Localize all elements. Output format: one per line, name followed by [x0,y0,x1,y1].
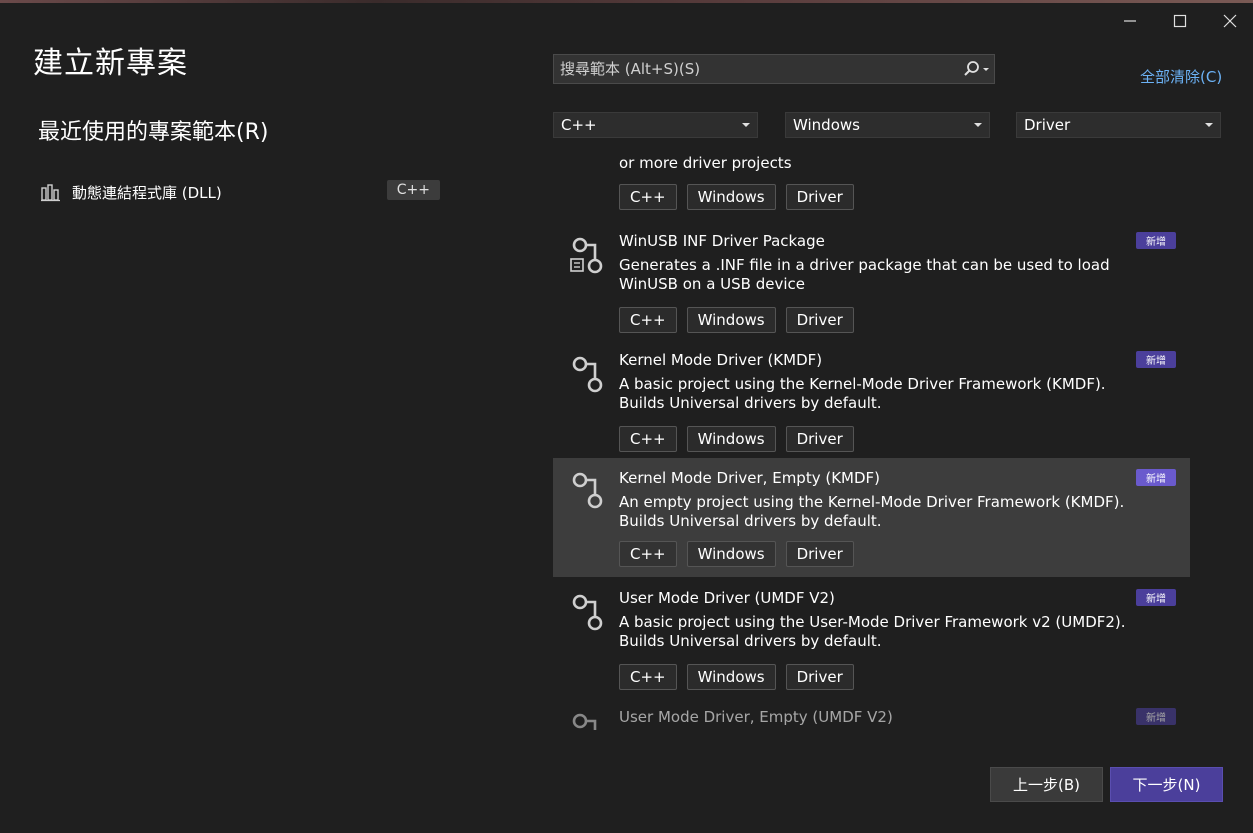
template-desc: A basic project using the User-Mode Driv… [619,613,1126,650]
tag-type: Driver [785,307,854,333]
close-button[interactable] [1207,6,1253,36]
minimize-button[interactable] [1107,6,1153,36]
driver-icon [572,713,597,730]
tag-language: C++ [619,664,677,690]
template-list[interactable]: or more driver projects C++ Windows Driv… [553,152,1193,730]
tag-type: Driver [785,426,854,452]
template-desc: or more driver projects [619,154,792,172]
template-item-umdf-v2[interactable]: User Mode Driver (UMDF V2) A basic proje… [553,580,1190,699]
tag-platform: Windows [686,541,776,567]
platform-filter-value: Windows [793,116,860,134]
tag-platform: Windows [686,426,776,452]
platform-filter[interactable]: Windows [785,112,990,138]
minimize-icon [1124,20,1136,22]
recent-templates-heading: 最近使用的專案範本(R) [38,120,269,145]
template-item-kmdf[interactable]: Kernel Mode Driver (KMDF) A basic projec… [553,342,1190,461]
template-item-winusb-inf[interactable]: WinUSB INF Driver Package Generates a .I… [553,223,1190,342]
tag-type: Driver [785,541,854,567]
recent-item-label: 動態連結程式庫 (DLL) [72,183,222,202]
template-desc: An empty project using the Kernel-Mode D… [619,493,1125,530]
chevron-down-icon [974,123,982,127]
driver-icon [572,472,603,509]
template-name: Kernel Mode Driver, Empty (KMDF) [619,469,881,487]
template-tags: C++ Windows Driver [619,664,854,690]
dll-icon [41,184,60,202]
maximize-button[interactable] [1157,6,1203,36]
template-item-kmdf-empty[interactable]: Kernel Mode Driver, Empty (KMDF) An empt… [553,458,1190,577]
template-item-partial[interactable]: or more driver projects C++ Windows Driv… [553,152,1190,212]
tag-platform: Windows [686,664,776,690]
tag-language: C++ [619,541,677,567]
clear-all-link[interactable]: 全部清除(C) [1140,66,1222,87]
search-box [553,54,995,84]
search-options-button[interactable] [958,55,994,83]
new-badge: 新增 [1136,351,1176,368]
template-name: User Mode Driver (UMDF V2) [619,589,835,607]
tag-language: C++ [619,307,677,333]
driver-icon [572,356,603,393]
tag-platform: Windows [686,184,776,210]
template-desc: Generates a .INF file in a driver packag… [619,256,1110,293]
template-desc: A basic project using the Kernel-Mode Dr… [619,375,1106,412]
new-badge: 新增 [1136,589,1176,606]
close-icon [1223,14,1237,28]
template-name: WinUSB INF Driver Package [619,232,825,250]
search-input[interactable] [554,59,958,79]
language-filter[interactable]: C++ [553,112,758,138]
recent-item-dll[interactable]: 動態連結程式庫 (DLL) C++ [40,176,442,208]
template-tags: C++ Windows Driver [619,426,854,452]
new-badge: 新增 [1136,469,1176,486]
search-icon [964,61,989,76]
back-button[interactable]: 上一步(B) [990,767,1103,802]
tag-type: Driver [785,664,854,690]
maximize-icon [1173,14,1187,28]
template-tags: C++ Windows Driver [619,184,854,210]
tag-platform: Windows [686,307,776,333]
chevron-down-icon [1205,123,1213,127]
template-name: User Mode Driver, Empty (UMDF V2) [619,708,893,726]
page-title: 建立新專案 [33,46,188,81]
driver-package-icon [570,237,603,274]
new-badge: 新增 [1136,708,1176,725]
next-button[interactable]: 下一步(N) [1110,767,1223,802]
project-type-filter[interactable]: Driver [1016,112,1221,138]
template-tags: C++ Windows Driver [619,307,854,333]
create-project-window: 建立新專案 最近使用的專案範本(R) 動態連結程式庫 (DLL) C++ 全部清… [0,0,1253,833]
language-filter-value: C++ [561,116,597,134]
project-type-filter-value: Driver [1024,116,1071,134]
tag-language: C++ [619,426,677,452]
template-tags: C++ Windows Driver [619,541,854,567]
recent-item-tag: C++ [386,180,440,200]
new-badge: 新增 [1136,232,1176,249]
tag-language: C++ [619,184,677,210]
template-item-umdf-v2-empty[interactable]: User Mode Driver, Empty (UMDF V2) 新增 [553,699,1190,730]
chevron-down-icon [742,123,750,127]
tag-type: Driver [785,184,854,210]
template-name: Kernel Mode Driver (KMDF) [619,351,823,369]
driver-icon [572,594,603,631]
title-bar-strip [0,0,1253,3]
